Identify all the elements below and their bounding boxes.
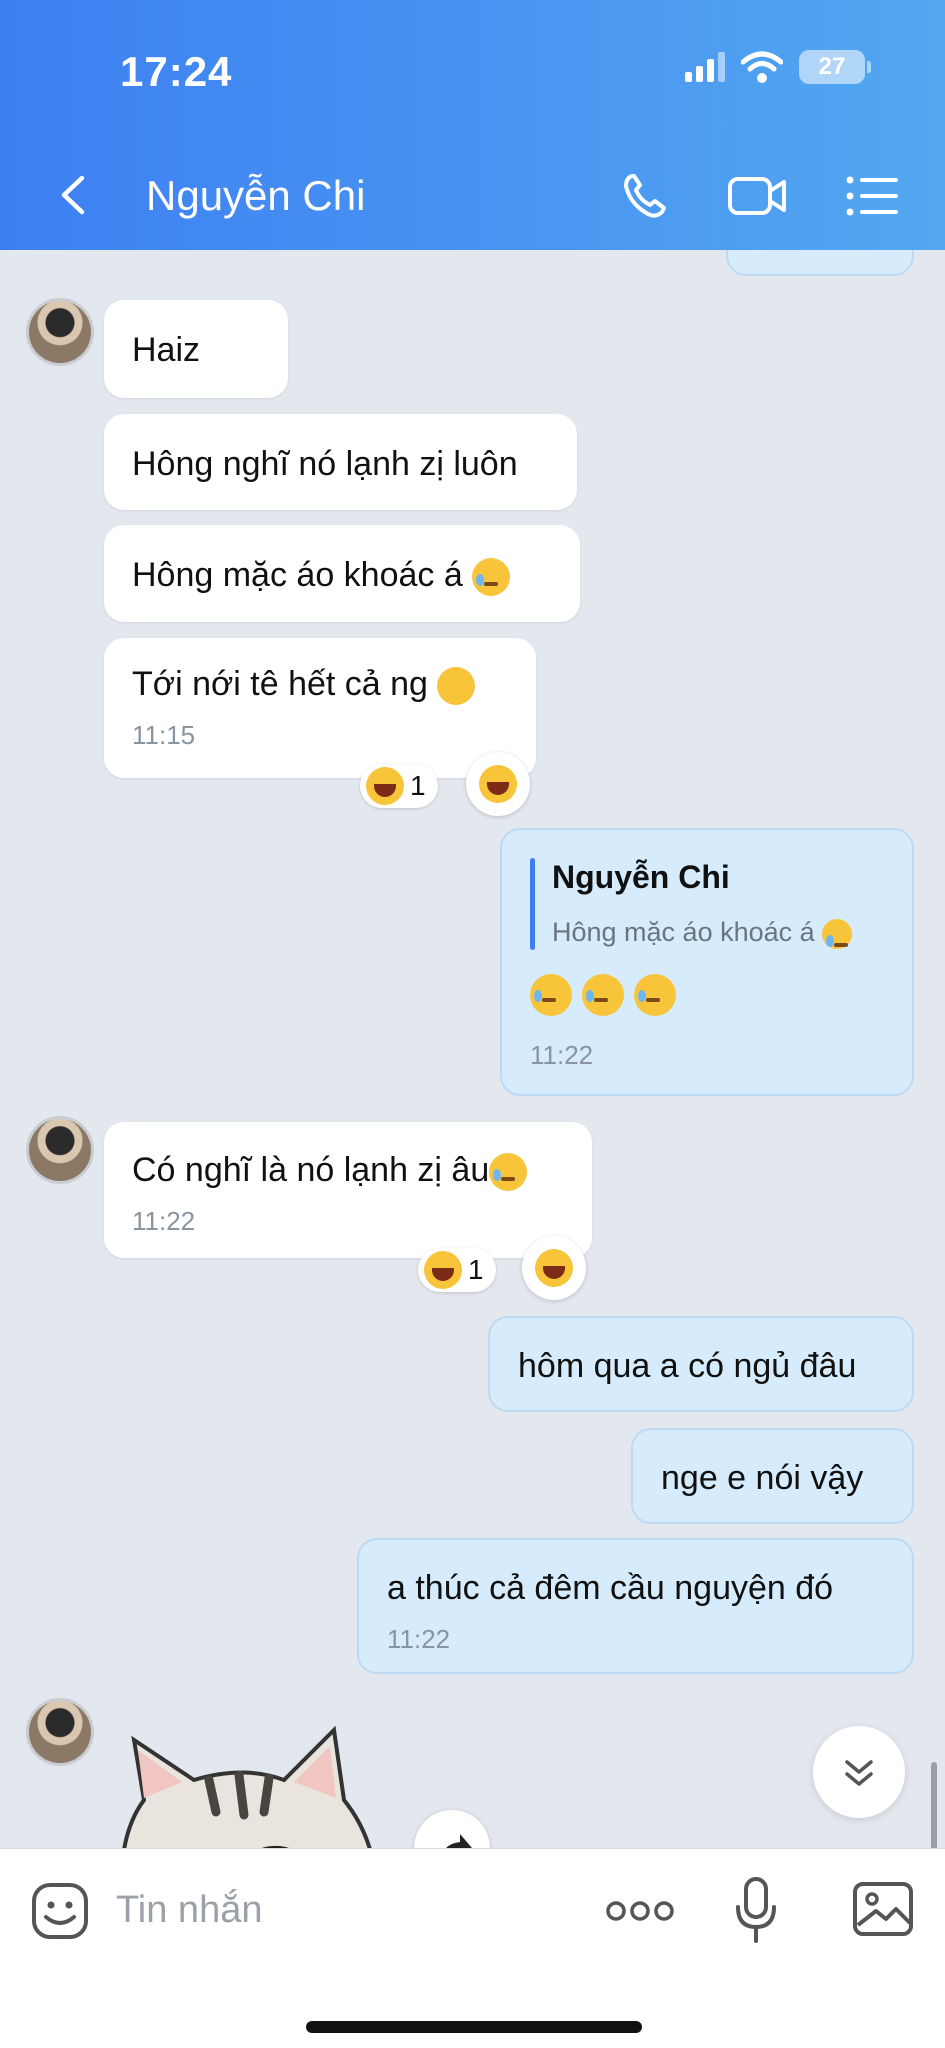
battery-indicator: 27: [799, 50, 871, 84]
cat-sticker-image[interactable]: [104, 1720, 384, 1848]
laughing-emoji-icon: [366, 767, 404, 805]
cellular-signal-icon: [685, 52, 725, 82]
chevron-double-down-icon: [845, 1760, 873, 1786]
message-text: hôm qua a có ngủ đâu: [518, 1347, 857, 1385]
weary-emoji-icon: [489, 1153, 528, 1192]
message-bubble[interactable]: nge e nói vậy: [631, 1428, 914, 1524]
laughing-emoji-icon: [535, 1249, 573, 1287]
video-call-icon[interactable]: [726, 170, 788, 222]
message-bubble[interactable]: Hông nghĩ nó lạnh zị luôn: [104, 414, 577, 510]
message-bubble[interactable]: Haiz: [104, 300, 288, 398]
winking-emoji-icon: [437, 667, 476, 706]
status-time: 17:24: [120, 48, 233, 95]
message-bubble-partial[interactable]: [726, 250, 914, 276]
reaction-summary[interactable]: 1: [360, 764, 438, 808]
tired-face-emoji-icon: [472, 558, 511, 597]
avatar[interactable]: [26, 1698, 94, 1766]
chat-header: 17:24 27 Nguyễn Chi: [0, 0, 945, 250]
message-text: nge e nói vậy: [661, 1459, 864, 1497]
message-text: Hông mặc áo khoác á: [132, 555, 511, 597]
quote-text: Hông mặc áo khoác á: [552, 916, 853, 949]
quote-sender[interactable]: Nguyễn Chi: [552, 858, 730, 896]
message-time: 11:22: [132, 1206, 196, 1236]
message-time: 11:22: [387, 1624, 451, 1654]
tired-face-emoji-icon: [822, 918, 853, 949]
message-text: Hông nghĩ nó lạnh zị luôn: [132, 445, 518, 483]
reaction-summary[interactable]: 1: [418, 1248, 496, 1292]
more-dots-icon[interactable]: [604, 1893, 676, 1929]
emoji-row: [530, 974, 676, 1016]
message-text: Tới nới tê hết cả ng: [132, 664, 476, 706]
chat-messages[interactable]: Haiz Hông nghĩ nó lạnh zị luôn Hông mặc …: [0, 250, 945, 1848]
forward-button[interactable]: [414, 1810, 490, 1848]
status-icons: 27: [685, 50, 871, 84]
crying-emoji-icon: [582, 974, 624, 1016]
quote-bar: [530, 858, 535, 950]
message-bubble[interactable]: Tới nới tê hết cả ng 11:15: [104, 638, 536, 778]
message-text: a thúc cả đêm cầu nguyện đó: [387, 1569, 834, 1607]
message-text: Haiz: [132, 331, 201, 369]
sticker-icon[interactable]: [30, 1881, 90, 1941]
reaction-button[interactable]: [522, 1236, 586, 1300]
message-input-bar: Tin nhắn: [0, 1848, 945, 2048]
avatar[interactable]: [26, 1116, 94, 1184]
reaction-count: 1: [468, 1254, 484, 1285]
avatar[interactable]: [26, 298, 94, 366]
microphone-icon[interactable]: [732, 1875, 780, 1945]
crying-emoji-icon: [530, 974, 572, 1016]
menu-list-icon[interactable]: [842, 170, 904, 222]
reaction-button[interactable]: [466, 752, 530, 816]
wifi-icon: [741, 51, 783, 83]
forward-icon: [446, 1834, 472, 1848]
message-bubble[interactable]: Có nghĩ là nó lạnh zị âu 11:22: [104, 1122, 592, 1258]
phone-icon[interactable]: [618, 170, 680, 222]
message-time: 11:15: [132, 720, 196, 750]
scrollbar[interactable]: [931, 1762, 937, 1848]
reaction-count: 1: [410, 770, 426, 801]
back-chevron-icon[interactable]: [50, 170, 100, 220]
crying-emoji-icon: [634, 974, 676, 1016]
home-indicator: [306, 2021, 642, 2033]
contact-name[interactable]: Nguyễn Chi: [146, 172, 365, 220]
laughing-emoji-icon: [479, 765, 517, 803]
scroll-to-bottom-button[interactable]: [813, 1726, 905, 1818]
message-bubble[interactable]: a thúc cả đêm cầu nguyện đó 11:22: [357, 1538, 914, 1674]
message-input[interactable]: Tin nhắn: [116, 1889, 262, 1932]
message-time: 11:22: [530, 1040, 594, 1070]
message-bubble[interactable]: hôm qua a có ngủ đâu: [488, 1316, 914, 1412]
laughing-emoji-icon: [424, 1251, 462, 1289]
image-icon[interactable]: [852, 1881, 914, 1937]
message-bubble[interactable]: Hông mặc áo khoác á: [104, 525, 580, 622]
reply-message-bubble[interactable]: Nguyễn Chi Hông mặc áo khoác á 11:22: [500, 828, 914, 1096]
message-text: Có nghĩ là nó lạnh zị âu: [132, 1150, 528, 1192]
